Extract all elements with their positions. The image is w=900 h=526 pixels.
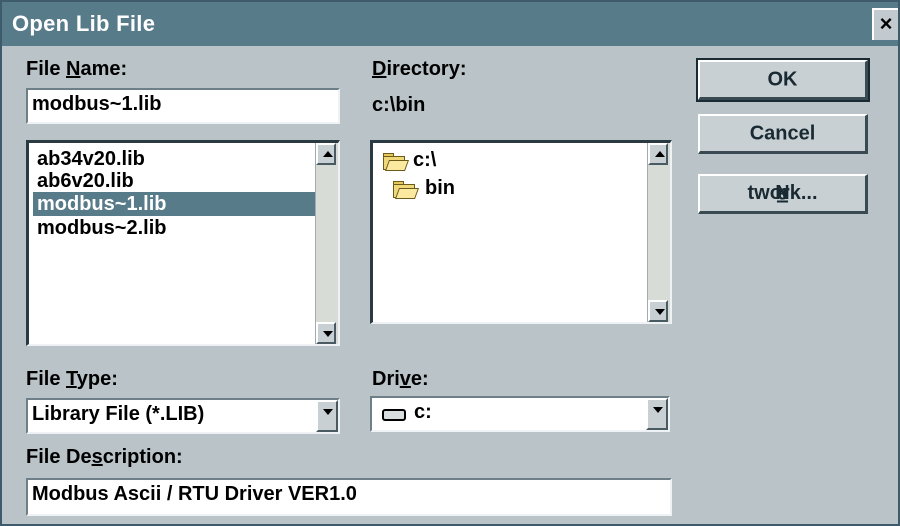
cancel-button[interactable]: Cancel bbox=[698, 114, 868, 154]
drive-label: Drive: bbox=[372, 368, 429, 390]
arrow-down-icon bbox=[655, 309, 665, 315]
file-description-label: File Description: bbox=[26, 446, 183, 468]
file-name-input[interactable]: modbus~1.lib bbox=[26, 88, 340, 124]
file-type-value: Library File (*.LIB) bbox=[32, 403, 205, 425]
file-type-label: File Type: bbox=[26, 368, 118, 390]
chevron-down-icon bbox=[323, 409, 333, 415]
file-description-value: Modbus Ascii / RTU Driver VER1.0 bbox=[32, 483, 357, 505]
file-name-label: File Name: bbox=[26, 58, 128, 80]
dialog-title: Open Lib File bbox=[12, 11, 156, 36]
file-list-scrollbar[interactable] bbox=[315, 143, 338, 344]
drive-dropdown-button[interactable] bbox=[646, 398, 668, 430]
ok-button[interactable]: OK bbox=[696, 58, 870, 102]
network-button-label: Ne twork... bbox=[747, 182, 818, 204]
file-type-dropdown-button[interactable] bbox=[316, 400, 338, 432]
drive-select[interactable]: c: bbox=[370, 396, 670, 432]
list-item[interactable]: modbus~2.lib bbox=[37, 216, 166, 240]
file-type-select[interactable]: Library File (*.LIB) bbox=[26, 398, 340, 434]
cancel-button-label: Cancel bbox=[749, 122, 816, 144]
file-list[interactable]: ab34v20.lib ab6v20.lib modbus~1.lib modb… bbox=[26, 140, 340, 346]
list-item[interactable]: ab6v20.lib bbox=[37, 169, 134, 193]
directory-item-bin[interactable]: bin bbox=[425, 177, 455, 200]
scroll-down-button[interactable] bbox=[648, 300, 668, 322]
network-button[interactable]: Ne twork... bbox=[698, 174, 868, 214]
drive-icon bbox=[382, 409, 406, 421]
current-directory-path: c:\bin bbox=[372, 94, 426, 116]
scroll-down-button[interactable] bbox=[316, 322, 336, 344]
directory-tree[interactable]: c:\ bin bbox=[370, 140, 672, 324]
file-name-value: modbus~1.lib bbox=[32, 93, 162, 115]
list-item[interactable]: ab34v20.lib bbox=[37, 147, 145, 171]
directory-scrollbar[interactable] bbox=[647, 143, 670, 322]
arrow-down-icon bbox=[323, 331, 333, 337]
chevron-down-icon bbox=[653, 407, 663, 413]
list-item-selected[interactable]: modbus~1.lib bbox=[33, 192, 315, 216]
scroll-up-button[interactable] bbox=[648, 143, 668, 165]
arrow-up-icon bbox=[323, 151, 333, 157]
ok-button-label: OK bbox=[767, 68, 798, 90]
close-icon: × bbox=[879, 11, 893, 36]
open-lib-file-dialog: Open Lib File × File Name: modbus~1.lib … bbox=[0, 0, 900, 526]
open-folder-icon bbox=[383, 153, 410, 171]
directory-item-root[interactable]: c:\ bbox=[413, 149, 436, 172]
file-description-input[interactable]: Modbus Ascii / RTU Driver VER1.0 bbox=[26, 478, 672, 516]
scroll-up-button[interactable] bbox=[316, 143, 336, 165]
title-bar[interactable]: Open Lib File × bbox=[2, 2, 898, 46]
close-button[interactable]: × bbox=[872, 8, 898, 40]
open-folder-icon bbox=[393, 181, 420, 199]
drive-value: c: bbox=[414, 401, 432, 423]
directory-label: Directory: bbox=[372, 58, 467, 80]
arrow-up-icon bbox=[655, 151, 665, 157]
